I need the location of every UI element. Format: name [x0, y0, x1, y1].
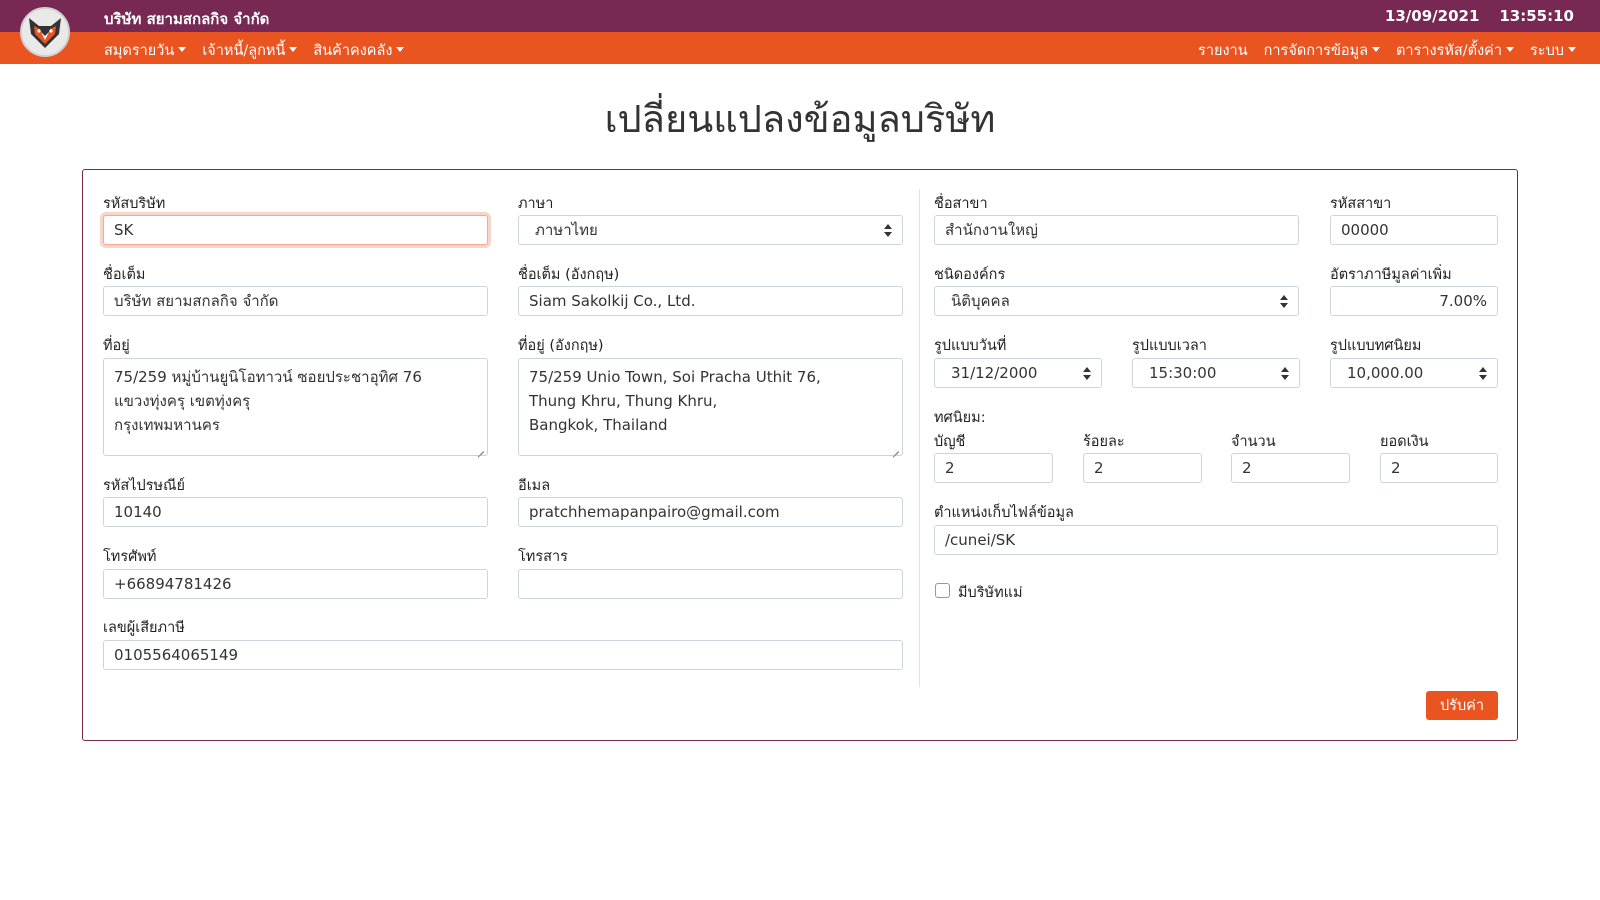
- decimal-format-label: รูปแบบทศนิยม: [1330, 338, 1422, 354]
- menu-inventory[interactable]: สินค้าคงคลัง: [313, 39, 405, 62]
- menu-data-management[interactable]: การจัดการข้อมูล: [1264, 39, 1381, 62]
- fax-input[interactable]: [518, 569, 903, 599]
- select-arrows-icon: [1479, 367, 1487, 381]
- submit-button[interactable]: ปรับค่า: [1426, 691, 1498, 720]
- top-bar: บริษัท สยามสกลกิจ จำกัด 13/09/2021 13:55…: [0, 0, 1600, 32]
- branch-name-input[interactable]: [934, 215, 1299, 245]
- address-en-label: ที่อยู่ (อังกฤษ): [518, 338, 604, 354]
- resize-handle-icon[interactable]: [476, 444, 485, 453]
- phone-label: โทรศัพท์: [103, 549, 157, 565]
- dec-amount-input[interactable]: [1380, 453, 1498, 483]
- org-type-select-value: นิติบุคคล: [951, 292, 1010, 310]
- dec-percent-input[interactable]: [1083, 453, 1202, 483]
- resize-handle-icon[interactable]: [891, 444, 900, 453]
- decimals-heading: ทศนิยม:: [934, 410, 986, 426]
- menu-journal[interactable]: สมุดรายวัน: [104, 39, 187, 62]
- full-name-input[interactable]: [103, 286, 488, 316]
- dec-account-label: บัญชี: [934, 434, 966, 450]
- address-en-textarea[interactable]: 75/259 Unio Town, Soi Pracha Uthit 76, T…: [518, 358, 903, 456]
- chevron-down-icon: [1506, 47, 1515, 52]
- full-name-en-label: ชื่อเต็ม (อังกฤษ): [518, 267, 620, 283]
- chevron-down-icon: [1372, 47, 1381, 52]
- tax-id-input[interactable]: [103, 640, 903, 670]
- dec-quantity-label: จำนวน: [1231, 434, 1276, 450]
- column-divider: [919, 189, 920, 687]
- date-format-select[interactable]: 31/12/2000: [934, 358, 1102, 388]
- full-name-en-input[interactable]: [518, 286, 903, 316]
- dec-percent-label: ร้อยละ: [1083, 434, 1125, 450]
- decimal-format-select-value: 10,000.00: [1347, 364, 1424, 382]
- email-input[interactable]: [518, 497, 903, 527]
- branch-name-label: ชื่อสาขา: [934, 196, 988, 212]
- postal-code-label: รหัสไปรษณีย์: [103, 478, 185, 494]
- language-select[interactable]: ภาษาไทย: [518, 215, 903, 245]
- data-path-input[interactable]: [934, 525, 1498, 555]
- company-name: บริษัท สยามสกลกิจ จำกัด: [104, 10, 270, 28]
- vat-rate-label: อัตราภาษีมูลค่าเพิ่ม: [1330, 267, 1452, 283]
- dec-amount-label: ยอดเงิน: [1380, 434, 1429, 450]
- current-date: 13/09/2021: [1384, 7, 1480, 25]
- fox-logo-icon[interactable]: [20, 7, 70, 57]
- menu-codes-settings[interactable]: ตารางรหัส/ตั้งค่า: [1396, 39, 1515, 62]
- select-arrows-icon: [1281, 367, 1289, 381]
- time-format-select[interactable]: 15:30:00: [1132, 358, 1300, 388]
- date-format-label: รูปแบบวันที่: [934, 338, 1007, 354]
- chevron-down-icon: [1568, 47, 1576, 52]
- nav-right: รายงาน การจัดการข้อมูล ตารางรหัส/ตั้งค่า…: [1198, 39, 1576, 62]
- decimal-format-select[interactable]: 10,000.00: [1330, 358, 1498, 388]
- company-code-input[interactable]: [103, 215, 488, 245]
- full-name-label: ชื่อเต็ม: [103, 267, 146, 283]
- language-label: ภาษา: [518, 196, 554, 212]
- company-code-label: รหัสบริษัท: [103, 196, 166, 212]
- current-time: 13:55:10: [1499, 7, 1574, 25]
- postal-code-input[interactable]: [103, 497, 488, 527]
- tax-id-label: เลขผู้เสียภาษี: [103, 620, 185, 636]
- dec-quantity-input[interactable]: [1231, 453, 1350, 483]
- address-label: ที่อยู่: [103, 338, 130, 354]
- branch-code-input[interactable]: [1330, 215, 1498, 245]
- dec-account-input[interactable]: [934, 453, 1053, 483]
- chevron-down-icon: [396, 47, 405, 52]
- phone-input[interactable]: [103, 569, 488, 599]
- org-type-label: ชนิดองค์กร: [934, 267, 1006, 283]
- org-type-select[interactable]: นิติบุคคล: [934, 286, 1299, 316]
- language-select-value: ภาษาไทย: [535, 221, 598, 239]
- nav-left: สมุดรายวัน เจ้าหนี้/ลูกหนี้ สินค้าคงคลัง: [104, 39, 405, 62]
- branch-code-label: รหัสสาขา: [1330, 196, 1392, 212]
- select-arrows-icon: [1280, 295, 1288, 309]
- email-label: อีเมล: [518, 478, 551, 494]
- has-parent-checkbox[interactable]: [935, 583, 950, 598]
- main-navbar: สมุดรายวัน เจ้าหนี้/ลูกหนี้ สินค้าคงคลัง…: [0, 32, 1600, 64]
- menu-system[interactable]: ระบบ: [1530, 39, 1576, 62]
- select-arrows-icon: [1083, 367, 1091, 381]
- time-format-select-value: 15:30:00: [1149, 364, 1217, 382]
- has-parent-label[interactable]: มีบริษัทแม่: [958, 581, 1023, 604]
- date-format-select-value: 31/12/2000: [951, 364, 1038, 382]
- menu-reports[interactable]: รายงาน: [1198, 39, 1248, 62]
- menu-payable-receivable[interactable]: เจ้าหนี้/ลูกหนี้: [202, 39, 298, 62]
- datetime: 13/09/2021 13:55:10: [1385, 7, 1574, 25]
- select-arrows-icon: [884, 224, 892, 238]
- vat-rate-input[interactable]: [1330, 286, 1498, 316]
- fax-label: โทรสาร: [518, 549, 568, 565]
- address-textarea[interactable]: 75/259 หมู่บ้านยูนิโอทาวน์ ซอยประชาอุทิศ…: [103, 358, 488, 456]
- chevron-down-icon: [178, 47, 187, 52]
- time-format-label: รูปแบบเวลา: [1132, 338, 1207, 354]
- chevron-down-icon: [289, 47, 298, 52]
- page-title: เปลี่ยนแปลงข้อมูลบริษัท: [604, 97, 996, 141]
- data-path-label: ตำแหน่งเก็บไฟล์ข้อมูล: [934, 505, 1074, 521]
